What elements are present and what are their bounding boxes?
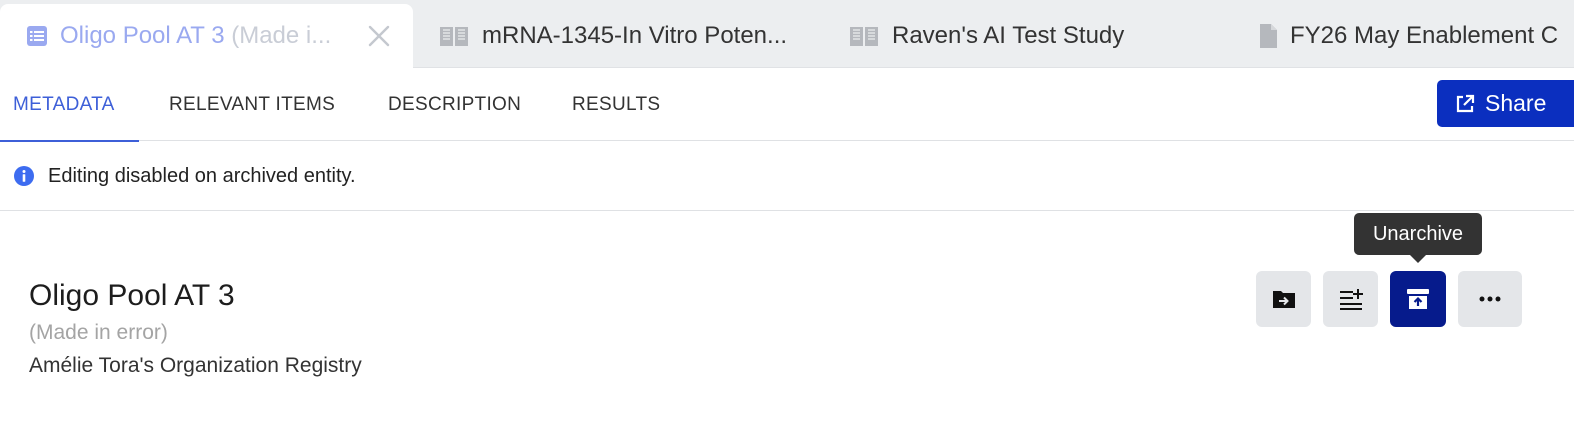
tab-title: Raven's AI Test Study [892, 22, 1125, 49]
share-button[interactable]: Share [1437, 80, 1574, 127]
tab-results-label: RESULTS [572, 93, 661, 115]
tab-title: FY26 May Enablement C [1290, 22, 1559, 49]
add-to-list-button[interactable] [1323, 271, 1378, 327]
entity-name: Oligo Pool AT 3 [29, 279, 235, 312]
notebook-icon [848, 24, 880, 48]
move-to-folder-button[interactable] [1256, 271, 1311, 327]
info-icon [13, 165, 35, 187]
unarchive-icon [1407, 289, 1429, 309]
external-link-icon [1456, 94, 1475, 112]
tab-ravens-ai-test-study[interactable]: Raven's AI Test Study [848, 4, 1248, 68]
archived-banner: Editing disabled on archived entity. [0, 142, 1574, 211]
tab-relevant-items[interactable]: RELEVANT ITEMS [169, 68, 335, 141]
more-button[interactable] [1458, 271, 1522, 327]
tab-metadata[interactable]: METADATA [0, 68, 139, 142]
tab-strip: Oligo Pool AT 3 (Made i... mRNA-1345-In … [0, 0, 1574, 68]
tooltip-text: Unarchive [1372, 222, 1464, 245]
entity-nav: METADATA RELEVANT ITEMS DESCRIPTION RESU… [0, 68, 1574, 142]
tab-description[interactable]: DESCRIPTION [388, 68, 521, 141]
notebook-icon [438, 24, 470, 48]
banner-text: Editing disabled on archived entity. [48, 164, 356, 187]
tab-metadata-label: METADATA [13, 93, 115, 115]
tab-oligo-pool-at-3[interactable]: Oligo Pool AT 3 (Made i... [0, 4, 413, 68]
tab-results[interactable]: RESULTS [572, 68, 660, 141]
tab-fy26-may-enablement[interactable]: FY26 May Enablement C [1258, 4, 1574, 68]
file-icon [1258, 23, 1278, 49]
close-icon[interactable] [367, 24, 391, 55]
unarchive-tooltip: Unarchive [1354, 213, 1482, 263]
tab-title-suffix: (Made i... [231, 22, 332, 49]
move-to-folder-icon [1272, 291, 1295, 308]
add-to-list-icon [1339, 289, 1363, 310]
tab-relevant-items-label: RELEVANT ITEMS [169, 93, 336, 115]
share-label: Share [1485, 90, 1547, 116]
list-document-icon [26, 25, 48, 47]
tab-title: mRNA-1345-In Vitro Poten... [482, 22, 788, 49]
more-icon [1479, 296, 1501, 302]
registry-name: Amélie Tora's Organization Registry [29, 354, 362, 377]
tab-title: Oligo Pool AT 3 [60, 22, 225, 49]
archive-reason: (Made in error) [29, 321, 168, 344]
tab-mrna-1345[interactable]: mRNA-1345-In Vitro Poten... [438, 4, 828, 68]
tab-description-label: DESCRIPTION [388, 93, 522, 115]
unarchive-button[interactable] [1390, 271, 1446, 327]
